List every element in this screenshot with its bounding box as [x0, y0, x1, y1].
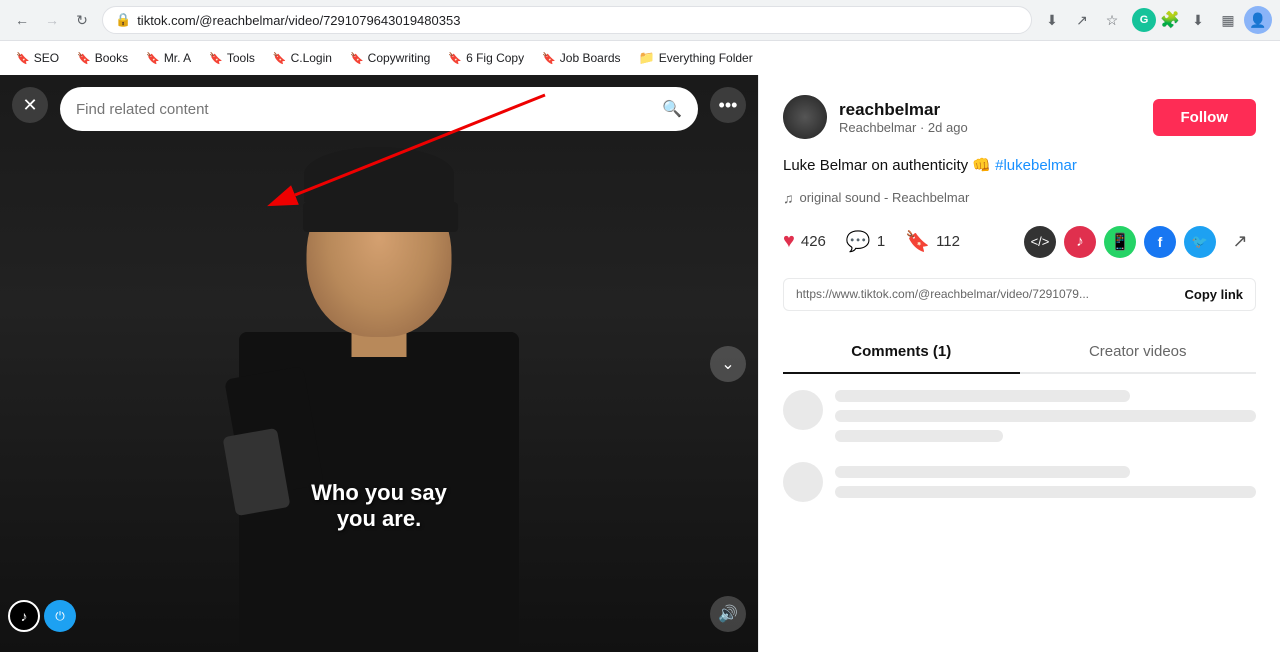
puzzle-extension[interactable]: 🧩 [1158, 8, 1182, 32]
profile-avatar[interactable]: 👤 [1244, 6, 1272, 34]
bottom-left-icons: ♪ ⏻ [8, 600, 76, 632]
search-bar[interactable]: 🔍 [60, 87, 698, 131]
skeleton-line [835, 466, 1130, 478]
video-description: Luke Belmar on authenticity 👊 #lukebelma… [783, 155, 1256, 178]
grammarly-extension[interactable]: G [1132, 8, 1156, 32]
close-button[interactable]: ✕ [12, 87, 48, 123]
tabs: Comments (1) Creator videos [783, 331, 1256, 374]
tab-creator-videos[interactable]: Creator videos [1020, 331, 1257, 374]
bookmark-6figcopy[interactable]: 🔖 6 Fig Copy [440, 47, 532, 69]
forward-button[interactable]: → [38, 6, 66, 34]
power-icon[interactable]: ⏻ [44, 600, 76, 632]
address-bar[interactable]: 🔒 tiktok.com/@reachbelmar/video/72910796… [102, 6, 1032, 34]
main-content: Who you say you are. ✕ 🔍 ••• ⌄ 🔊 [0, 75, 1280, 652]
action-row: ♥ 426 💬 1 🔖 112 </> ♪ 📱 f 🐦 ↗ [783, 226, 1256, 258]
bookmark-clogin[interactable]: 🔖 C.Login [265, 47, 340, 69]
bookmark-icon: 🔖 [448, 52, 462, 65]
bookmark-icon: 🔖 [77, 52, 91, 65]
creator-info: reachbelmar Reachbelmar · 2d ago [783, 95, 968, 139]
video-background: Who you say you are. ✕ 🔍 ••• ⌄ 🔊 [0, 75, 758, 652]
link-row: https://www.tiktok.com/@reachbelmar/vide… [783, 278, 1256, 311]
bookmark-icon: 🔖 [209, 52, 223, 65]
bookmark-seo[interactable]: 🔖 SEO [8, 47, 67, 69]
comment-button[interactable]: 💬 1 [846, 229, 885, 254]
extension-icons: G 🧩 ⬇ ▦ 👤 [1132, 6, 1272, 34]
avatar [783, 95, 827, 139]
bookmark-icon: 🔖 [350, 52, 364, 65]
back-button[interactable]: ← [8, 6, 36, 34]
bookmark-tools[interactable]: 🔖 Tools [201, 47, 263, 69]
toolbar-icons: ⬇ ↗ ☆ [1038, 6, 1126, 34]
downloads-icon[interactable]: ⬇ [1184, 6, 1212, 34]
search-icon[interactable]: 🔍 [662, 99, 682, 119]
reload-button[interactable]: ↻ [68, 6, 96, 34]
creator-meta: Reachbelmar · 2d ago [839, 120, 968, 135]
scroll-down-button[interactable]: ⌄ [710, 346, 746, 382]
right-panel: reachbelmar Reachbelmar · 2d ago Follow … [758, 75, 1280, 652]
skeleton-line [835, 390, 1130, 402]
skeleton-avatar [783, 390, 823, 430]
follow-button[interactable]: Follow [1153, 99, 1257, 136]
link-url: https://www.tiktok.com/@reachbelmar/vide… [796, 287, 1176, 301]
bookmark-job-boards[interactable]: 🔖 Job Boards [534, 47, 628, 69]
bookmarks-bar: 🔖 SEO 🔖 Books 🔖 Mr. A 🔖 Tools 🔖 C.Login … [0, 40, 1280, 75]
copy-link-button[interactable]: Copy link [1184, 287, 1243, 302]
whatsapp-share-button[interactable]: 📱 [1104, 226, 1136, 258]
facebook-share-button[interactable]: f [1144, 226, 1176, 258]
comment-skeleton-2 [783, 462, 1256, 502]
bookmark-everything-folder[interactable]: 📁 Everything Folder [631, 46, 761, 70]
skeleton-lines [835, 462, 1256, 502]
bookmark-button[interactable]: 🔖 112 [905, 229, 960, 254]
browser-chrome: ← → ↻ 🔒 tiktok.com/@reachbelmar/video/72… [0, 0, 1280, 75]
comment-icon: 💬 [846, 229, 871, 254]
search-input[interactable] [76, 101, 654, 118]
url-text: tiktok.com/@reachbelmar/video/7291079643… [137, 13, 1019, 28]
video-subtitle: Who you say you are. [311, 480, 447, 532]
comment-skeleton-1 [783, 390, 1256, 442]
tab-comments[interactable]: Comments (1) [783, 331, 1020, 374]
like-button[interactable]: ♥ 426 [783, 230, 826, 253]
bookmark-icon: 🔖 [16, 52, 30, 65]
volume-button[interactable]: 🔊 [710, 596, 746, 632]
tab-grid-icon[interactable]: ▦ [1214, 6, 1242, 34]
lock-icon: 🔒 [115, 12, 131, 28]
browser-toolbar: ← → ↻ 🔒 tiktok.com/@reachbelmar/video/72… [0, 0, 1280, 40]
bookmark-icon: 🔖 [273, 52, 287, 65]
skeleton-lines [835, 390, 1256, 442]
bookmark-mr-a[interactable]: 🔖 Mr. A [138, 47, 199, 69]
skeleton-avatar [783, 462, 823, 502]
embed-share-button[interactable]: </> [1024, 226, 1056, 258]
share-icons: </> ♪ 📱 f 🐦 ↗ [1024, 226, 1256, 258]
heart-icon: ♥ [783, 230, 795, 253]
creator-header: reachbelmar Reachbelmar · 2d ago Follow [783, 95, 1256, 139]
skeleton-line [835, 410, 1256, 422]
bookmark-copywriting[interactable]: 🔖 Copywriting [342, 47, 438, 69]
bookmark-icon: 🔖 [146, 52, 160, 65]
sound-info: ♫ original sound - Reachbelmar [783, 190, 1256, 206]
nav-buttons: ← → ↻ [8, 6, 96, 34]
creator-name: reachbelmar [839, 100, 968, 120]
folder-icon: 📁 [639, 50, 655, 66]
share-button[interactable]: ↗ [1068, 6, 1096, 34]
twitter-share-button[interactable]: 🐦 [1184, 226, 1216, 258]
hashtag-link[interactable]: #lukebelmar [995, 157, 1077, 174]
music-icon: ♫ [783, 190, 794, 206]
bookmark-icon: 🔖 [542, 52, 556, 65]
video-panel: Who you say you are. ✕ 🔍 ••• ⌄ 🔊 [0, 75, 758, 652]
bookmark-books[interactable]: 🔖 Books [69, 47, 136, 69]
skeleton-line [835, 486, 1256, 498]
skeleton-line [835, 430, 1003, 442]
bookmark-star-button[interactable]: ☆ [1098, 6, 1126, 34]
tiktok-icon[interactable]: ♪ [8, 600, 40, 632]
more-share-button[interactable]: ↗ [1224, 226, 1256, 258]
more-options-button[interactable]: ••• [710, 87, 746, 123]
tiktok-share-button[interactable]: ♪ [1064, 226, 1096, 258]
creator-details: reachbelmar Reachbelmar · 2d ago [839, 100, 968, 135]
bookmark-count-icon: 🔖 [905, 229, 930, 254]
downloads-button[interactable]: ⬇ [1038, 6, 1066, 34]
